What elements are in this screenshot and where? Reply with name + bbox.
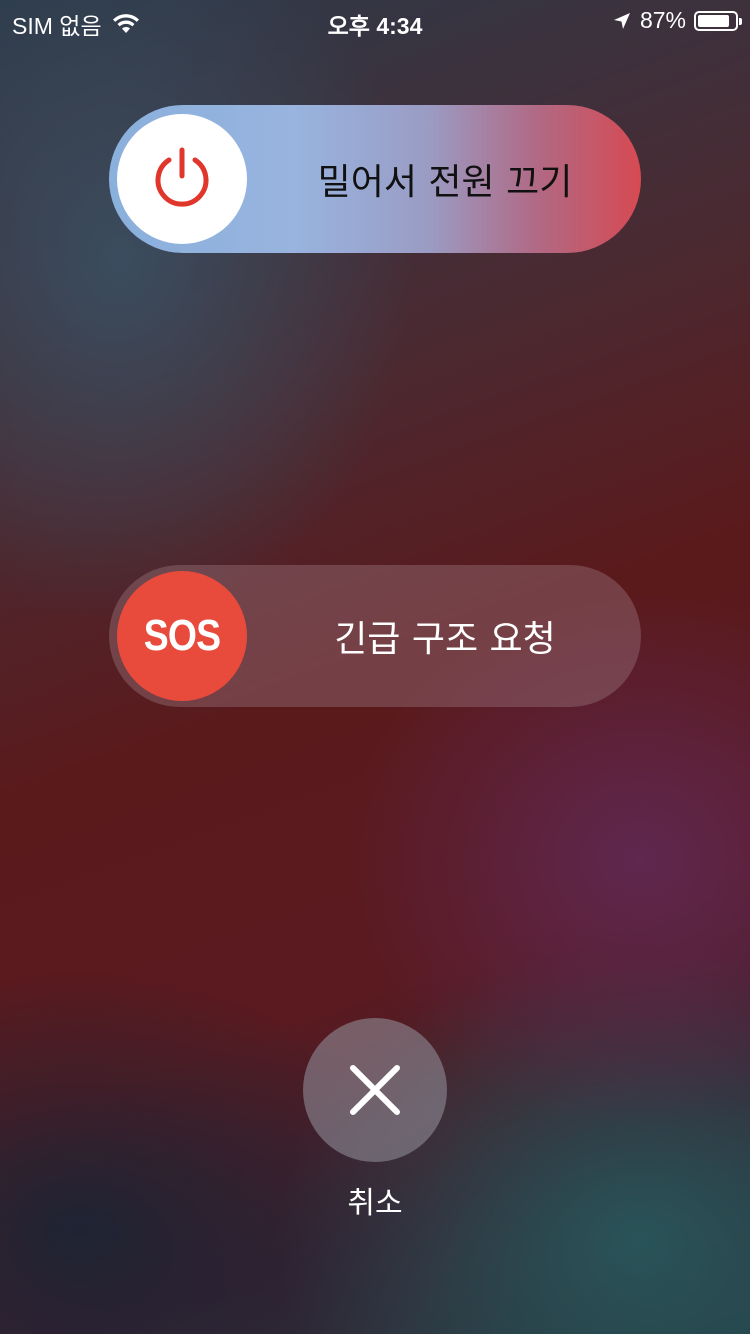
sos-slider-label: 긴급 구조 요청 [334, 619, 556, 660]
battery-percent: 87% [639, 7, 686, 33]
status-right: 87% [612, 7, 742, 34]
sos-slider-knob[interactable]: SOS [117, 571, 247, 701]
status-bar: SIM 없음 오후 4:34 87% [0, 0, 750, 40]
battery-nub [739, 17, 742, 25]
battery-icon [694, 10, 742, 31]
power-icon [151, 146, 213, 212]
battery-fill [698, 14, 730, 27]
power-slider-label: 밀어서 전원 끄기 [317, 162, 573, 203]
cancel-button[interactable] [303, 1018, 447, 1162]
power-off-slider[interactable]: 밀어서 전원 끄기 [109, 105, 641, 253]
power-off-screen: SIM 없음 오후 4:34 87% 밀어서 전원 끄기 SOS 긴급 구조 요… [0, 0, 750, 1334]
power-slider-knob[interactable] [117, 114, 247, 244]
close-icon [349, 1064, 401, 1116]
emergency-sos-slider[interactable]: SOS 긴급 구조 요청 [109, 565, 641, 707]
cancel-label: 취소 [347, 1186, 403, 1221]
location-arrow-icon [612, 11, 632, 31]
sos-knob-label: SOS [143, 611, 221, 660]
